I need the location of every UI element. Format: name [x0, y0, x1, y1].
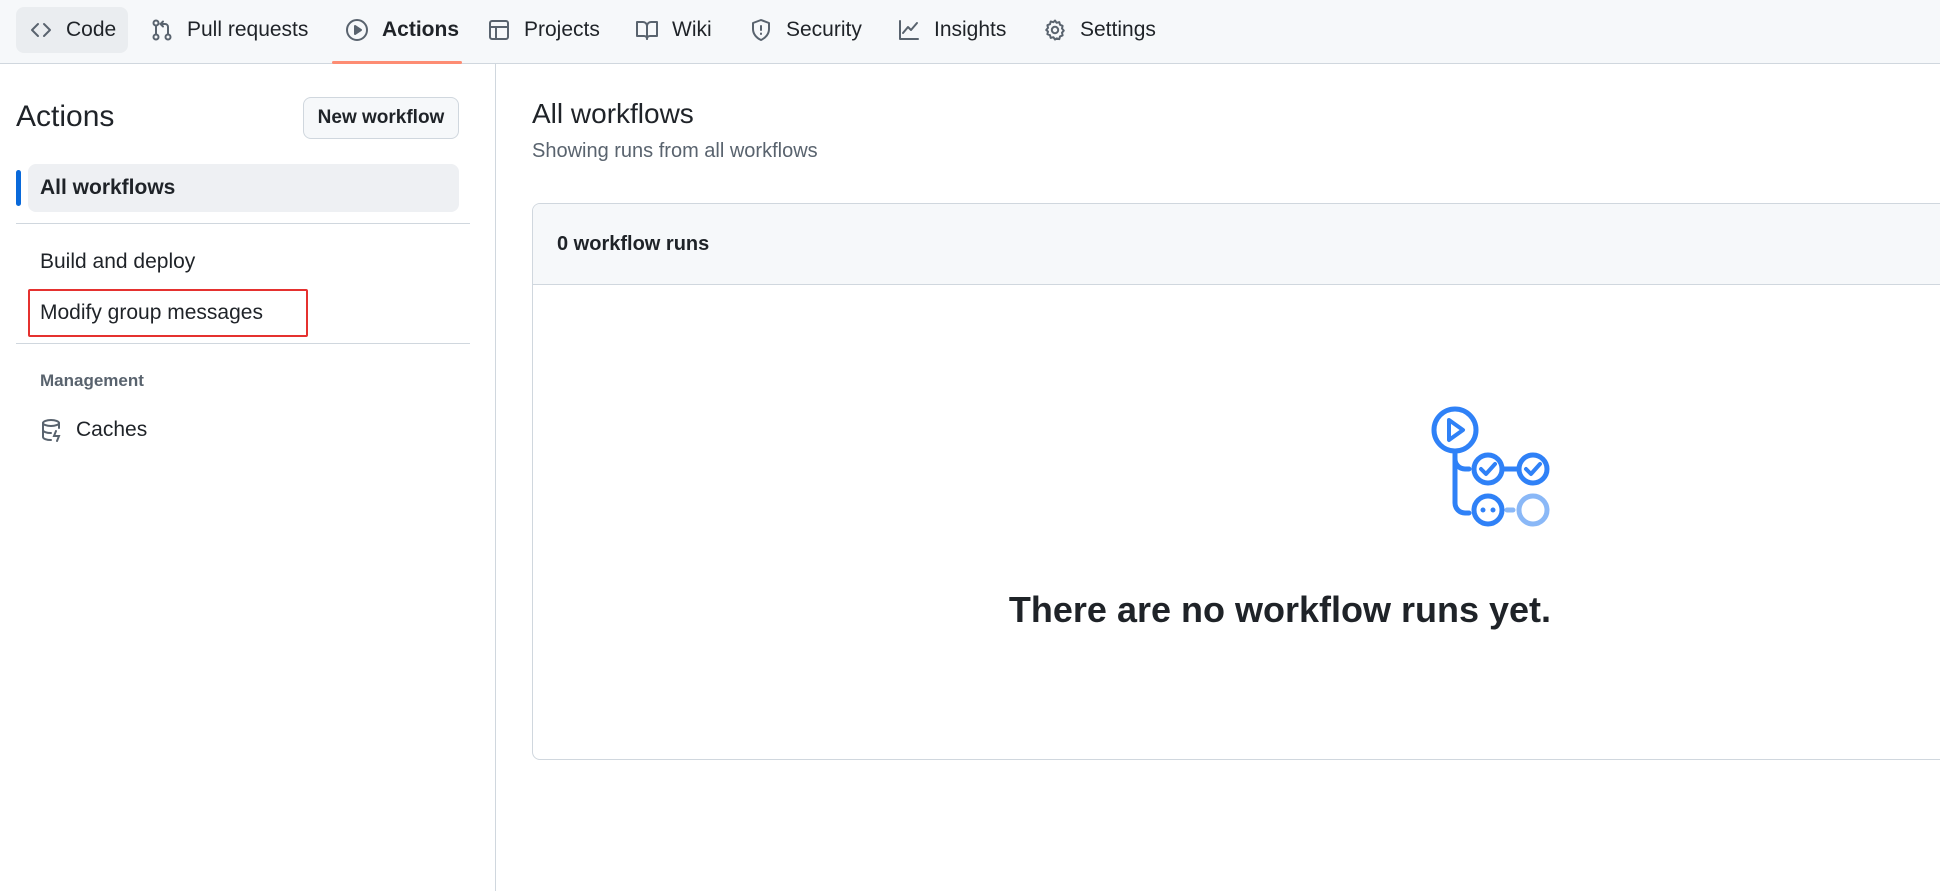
selected-indicator: [16, 170, 21, 206]
tab-code-label: Code: [66, 18, 117, 41]
management-heading: Management: [40, 371, 144, 390]
table-icon: [486, 17, 512, 43]
sidebar-item-modify-group-messages[interactable]: Modify group messages: [28, 289, 308, 337]
sidebar-divider-1: [16, 223, 470, 224]
tab-actions-label: Actions: [382, 18, 460, 41]
sidebar-item-label: Build and deploy: [40, 250, 196, 273]
sidebar-item-caches[interactable]: Caches: [28, 410, 147, 450]
workflow-empty-state-icon: [1431, 406, 1550, 527]
code-icon: [28, 17, 54, 43]
tab-settings-label: Settings: [1080, 18, 1156, 41]
database-icon: [40, 418, 64, 442]
active-tab-underline: [332, 61, 462, 64]
book-icon: [634, 17, 660, 43]
tab-pull-requests-label: Pull requests: [187, 18, 309, 41]
gear-icon: [1042, 17, 1068, 43]
repo-nav-bar: Code Pull requests Actions Projects Wiki…: [0, 0, 1940, 64]
sidebar-item-label: All workflows: [40, 176, 176, 199]
sidebar-divider: [495, 64, 496, 891]
tab-security-label: Security: [786, 18, 862, 41]
workflow-runs-header: 0 workflow runs: [533, 204, 1940, 285]
tab-settings[interactable]: Settings: [1030, 7, 1168, 53]
tab-wiki-label: Wiki: [672, 18, 712, 41]
page-title: All workflows: [532, 98, 694, 129]
git-pull-request-icon: [149, 17, 175, 43]
tab-projects-label: Projects: [524, 18, 600, 41]
graph-icon: [896, 17, 922, 43]
sidebar-item-label: Caches: [76, 418, 148, 441]
sidebar-title: Actions: [16, 100, 115, 133]
sidebar-item-build-and-deploy[interactable]: Build and deploy: [28, 242, 195, 282]
empty-state-message: There are no workflow runs yet.: [1008, 589, 1552, 630]
tab-code[interactable]: Code: [16, 7, 129, 53]
tab-projects[interactable]: Projects: [474, 7, 612, 53]
tab-actions[interactable]: Actions: [332, 7, 471, 53]
page-subtitle: Showing runs from all workflows: [532, 140, 818, 162]
tab-security[interactable]: Security: [736, 7, 874, 53]
sidebar-divider-2: [16, 343, 470, 344]
sidebar-item-label: Modify group messages: [40, 301, 263, 324]
play-circle-icon: [344, 17, 370, 43]
sidebar-item-all-workflows[interactable]: All workflows: [28, 164, 459, 212]
workflow-runs-count: 0 workflow runs: [557, 232, 710, 255]
tab-wiki[interactable]: Wiki: [622, 7, 724, 53]
shield-icon: [748, 17, 774, 43]
new-workflow-button[interactable]: New workflow: [303, 97, 459, 139]
tab-insights-label: Insights: [934, 18, 1007, 41]
tab-insights[interactable]: Insights: [884, 7, 1018, 53]
tab-pull-requests[interactable]: Pull requests: [137, 7, 320, 53]
workflow-runs-panel: 0 workflow runs There are no workflow ru…: [532, 203, 1940, 760]
